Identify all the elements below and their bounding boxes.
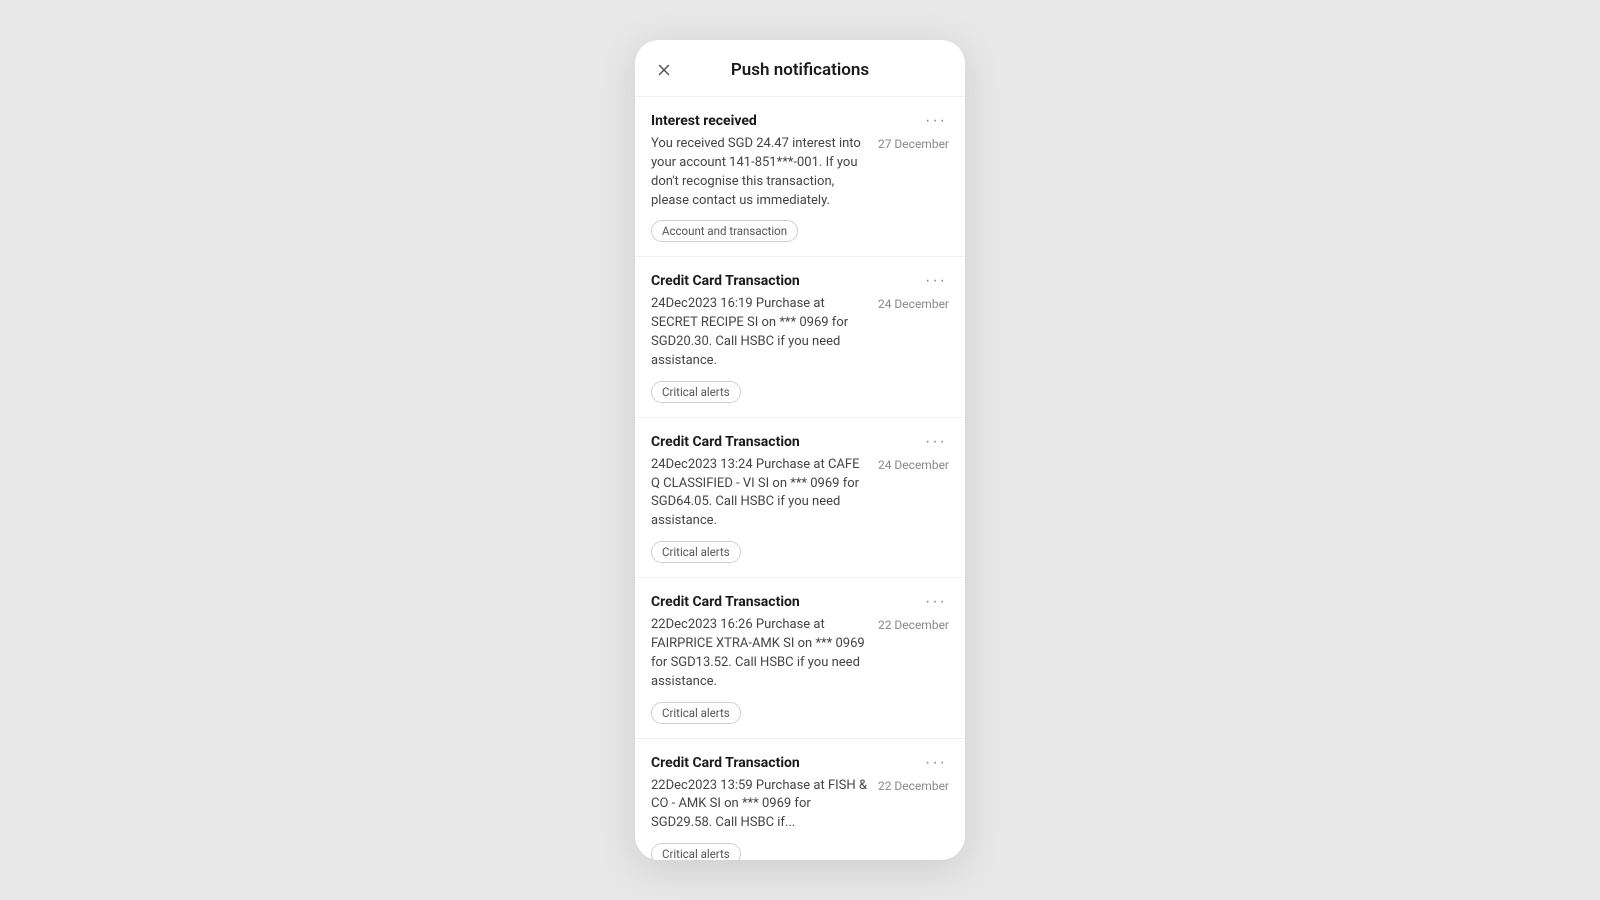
notification-menu-button[interactable]: ··· [923, 434, 949, 450]
notification-tag[interactable]: Critical alerts [651, 541, 741, 563]
notification-top-row: Credit Card Transaction ··· [651, 273, 949, 289]
notification-body: 24Dec2023 13:24 Purchase at CAFE Q CLASS… [651, 456, 870, 531]
panel-header: Push notifications [635, 40, 965, 97]
notification-title: Credit Card Transaction [651, 594, 923, 610]
notification-top-row: Credit Card Transaction ··· [651, 594, 949, 610]
notification-body-row: 24Dec2023 13:24 Purchase at CAFE Q CLASS… [651, 456, 949, 531]
push-notifications-panel: Push notifications Interest received ···… [635, 40, 965, 860]
notification-tag[interactable]: Critical alerts [651, 702, 741, 724]
notification-tag[interactable]: Account and transaction [651, 220, 798, 242]
notification-menu-button[interactable]: ··· [923, 273, 949, 289]
close-button[interactable] [651, 57, 677, 83]
notification-item: Credit Card Transaction ··· 24Dec2023 13… [635, 418, 965, 578]
notification-body-row: 22Dec2023 16:26 Purchase at FAIRPRICE XT… [651, 616, 949, 691]
notification-body: 22Dec2023 13:59 Purchase at FISH & CO - … [651, 777, 870, 834]
notification-item: Credit Card Transaction ··· 22Dec2023 16… [635, 578, 965, 738]
notification-item: Credit Card Transaction ··· 24Dec2023 16… [635, 257, 965, 417]
notification-body-row: 24Dec2023 16:19 Purchase at SECRET RECIP… [651, 295, 949, 370]
notification-menu-button[interactable]: ··· [923, 594, 949, 610]
notification-menu-button[interactable]: ··· [923, 755, 949, 771]
notifications-list: Interest received ··· You received SGD 2… [635, 97, 965, 860]
notification-item: Credit Card Transaction ··· 22Dec2023 13… [635, 739, 965, 861]
notification-date: 27 December [878, 137, 949, 151]
notification-title: Credit Card Transaction [651, 273, 923, 289]
notification-body: 22Dec2023 16:26 Purchase at FAIRPRICE XT… [651, 616, 870, 691]
notification-body-row: You received SGD 24.47 interest into you… [651, 135, 949, 210]
notification-top-row: Credit Card Transaction ··· [651, 434, 949, 450]
notification-title: Credit Card Transaction [651, 755, 923, 771]
notification-date: 24 December [878, 297, 949, 311]
notification-body: 24Dec2023 16:19 Purchase at SECRET RECIP… [651, 295, 870, 370]
notification-tag[interactable]: Critical alerts [651, 381, 741, 403]
notification-body: You received SGD 24.47 interest into you… [651, 135, 870, 210]
notification-item: Interest received ··· You received SGD 2… [635, 97, 965, 257]
notification-tag[interactable]: Critical alerts [651, 843, 741, 860]
panel-title: Push notifications [731, 60, 869, 80]
notification-body-row: 22Dec2023 13:59 Purchase at FISH & CO - … [651, 777, 949, 834]
notification-date: 22 December [878, 779, 949, 793]
notification-title: Interest received [651, 113, 923, 129]
notification-date: 22 December [878, 618, 949, 632]
notification-top-row: Interest received ··· [651, 113, 949, 129]
notification-menu-button[interactable]: ··· [923, 113, 949, 129]
notification-title: Credit Card Transaction [651, 434, 923, 450]
notification-top-row: Credit Card Transaction ··· [651, 755, 949, 771]
notification-date: 24 December [878, 458, 949, 472]
